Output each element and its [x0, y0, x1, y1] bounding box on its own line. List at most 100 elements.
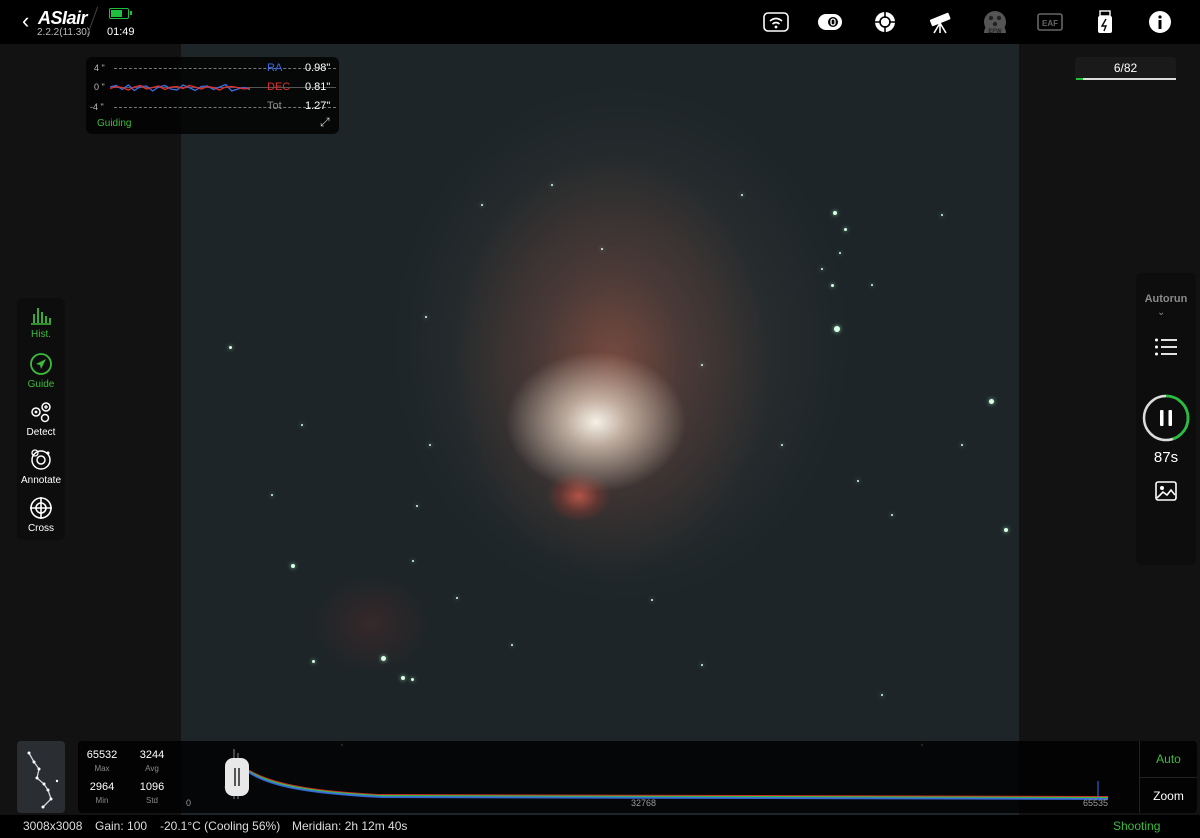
total-value: 1.27": [305, 100, 331, 112]
focuser-icon[interactable]: EAF: [1036, 8, 1064, 36]
hist-button[interactable]: Hist.: [17, 304, 65, 340]
star: [291, 564, 295, 568]
avg-value: 3244: [139, 749, 165, 761]
star: [741, 194, 743, 196]
star: [312, 660, 315, 663]
star: [701, 364, 703, 366]
guide-button[interactable]: Guide: [17, 352, 65, 390]
axis-mid-label: 0 ": [94, 82, 105, 92]
exposure-countdown: 87s: [1153, 449, 1179, 466]
min-value: 2964: [89, 781, 115, 793]
back-chevron-icon[interactable]: ‹: [22, 10, 29, 32]
gain: Gain: 100: [95, 819, 148, 833]
filter-wheel-icon[interactable]: EFW: [981, 8, 1009, 36]
annotate-button[interactable]: Annotate: [17, 448, 65, 486]
ra-value: 0.98": [305, 62, 331, 74]
crosshair-icon: [30, 497, 52, 519]
star: [551, 184, 553, 186]
avg-label: Avg: [145, 764, 159, 773]
storage-icon[interactable]: [1091, 8, 1119, 36]
efw-label: EFW: [988, 29, 1002, 35]
camera-icon[interactable]: [816, 8, 844, 36]
guide-scope-icon[interactable]: [871, 8, 899, 36]
gallery-icon[interactable]: [1155, 481, 1177, 501]
list-icon[interactable]: [1154, 337, 1178, 357]
star: [1004, 528, 1008, 532]
tick-label-min: 0: [186, 798, 192, 808]
autorun-label[interactable]: Autorun: [1136, 293, 1196, 305]
star: [831, 284, 834, 287]
left-toolbar: Hist. Guide Detect Annotate Cross: [17, 298, 65, 540]
telescope-icon[interactable]: [926, 8, 954, 36]
eaf-label: EAF: [1042, 19, 1058, 28]
frame-progress-fill: [1076, 78, 1084, 80]
pause-button[interactable]: [1142, 394, 1190, 442]
guiding-status: Guiding: [97, 118, 132, 129]
guide-label: Guide: [27, 379, 55, 390]
chevron-down-icon[interactable]: ⌄: [1157, 307, 1165, 318]
star: [511, 644, 513, 646]
cross-button[interactable]: Cross: [17, 496, 65, 534]
status-bar: 3008x3008 Gain: 100 -20.1°C (Cooling 56%…: [0, 815, 1200, 838]
dec-value: 0.81": [305, 81, 331, 93]
star: [456, 597, 458, 599]
star: [416, 505, 418, 507]
max-label: Max: [94, 764, 110, 773]
divider: [86, 6, 99, 36]
info-icon[interactable]: [1146, 8, 1174, 36]
sensor-temperature: -20.1°C (Cooling 56%): [160, 819, 281, 833]
star: [834, 326, 840, 332]
star: [857, 480, 859, 482]
guiding-graph-panel[interactable]: 4 " 0 " -4 " RA 0.98" DEC 0.81" Tot 1.27…: [86, 57, 339, 134]
std-label: Std: [145, 796, 158, 805]
app-version: 2.2.2(11.30): [37, 27, 91, 38]
star: [833, 211, 837, 215]
resolution: 3008x3008: [23, 819, 83, 833]
app-logo: ASIair: [38, 8, 88, 28]
auto-stretch-button[interactable]: Auto: [1139, 741, 1197, 777]
star: [601, 248, 603, 250]
histogram-chart[interactable]: [178, 741, 1118, 801]
zoom-button[interactable]: Zoom: [1139, 777, 1197, 813]
star: [881, 694, 883, 696]
frame-progress-bar: [1076, 78, 1176, 80]
total-label: Tot: [267, 100, 282, 112]
battery-level: [111, 10, 123, 17]
constellation-thumbnail[interactable]: [17, 741, 65, 813]
star: [651, 599, 653, 601]
autorun-panel: Autorun ⌄ 87s: [1136, 273, 1196, 565]
star: [781, 444, 783, 446]
star: [891, 514, 893, 516]
annotate-label: Annotate: [20, 475, 62, 486]
constellation-icon: [27, 751, 59, 809]
tick-label-max: 65535: [1083, 798, 1109, 808]
detect-button[interactable]: Detect: [17, 400, 65, 438]
wifi-icon[interactable]: [762, 8, 790, 36]
std-value: 1096: [139, 781, 165, 793]
star: [301, 424, 303, 426]
star: [941, 214, 943, 216]
axis-bottom-label: -4 ": [90, 102, 104, 112]
cross-label: Cross: [27, 523, 55, 534]
star: [481, 204, 483, 206]
histogram-black-point-handle[interactable]: [225, 758, 249, 796]
frame-counter[interactable]: 6/82: [1075, 57, 1176, 80]
tick-label-mid: 32768: [631, 798, 657, 808]
shooting-status: Shooting: [1113, 819, 1161, 833]
star: [844, 228, 847, 231]
star: [381, 656, 386, 661]
star: [821, 268, 823, 270]
hist-label: Hist.: [31, 329, 51, 340]
star: [701, 664, 703, 666]
battery-icon: [109, 8, 132, 19]
star: [411, 678, 414, 681]
annotate-icon: [31, 449, 51, 470]
dec-label: DEC: [267, 81, 291, 93]
guide-icon: [30, 353, 52, 375]
histogram-panel: 65532 Max 3244 Avg 2964 Min 1096 Std 0 3…: [78, 741, 1197, 813]
expand-icon[interactable]: ⤢: [320, 115, 330, 130]
star: [271, 494, 273, 496]
meridian-countdown: Meridian: 2h 12m 40s: [292, 819, 408, 833]
preview-image[interactable]: [181, 44, 1019, 838]
star: [839, 252, 841, 254]
